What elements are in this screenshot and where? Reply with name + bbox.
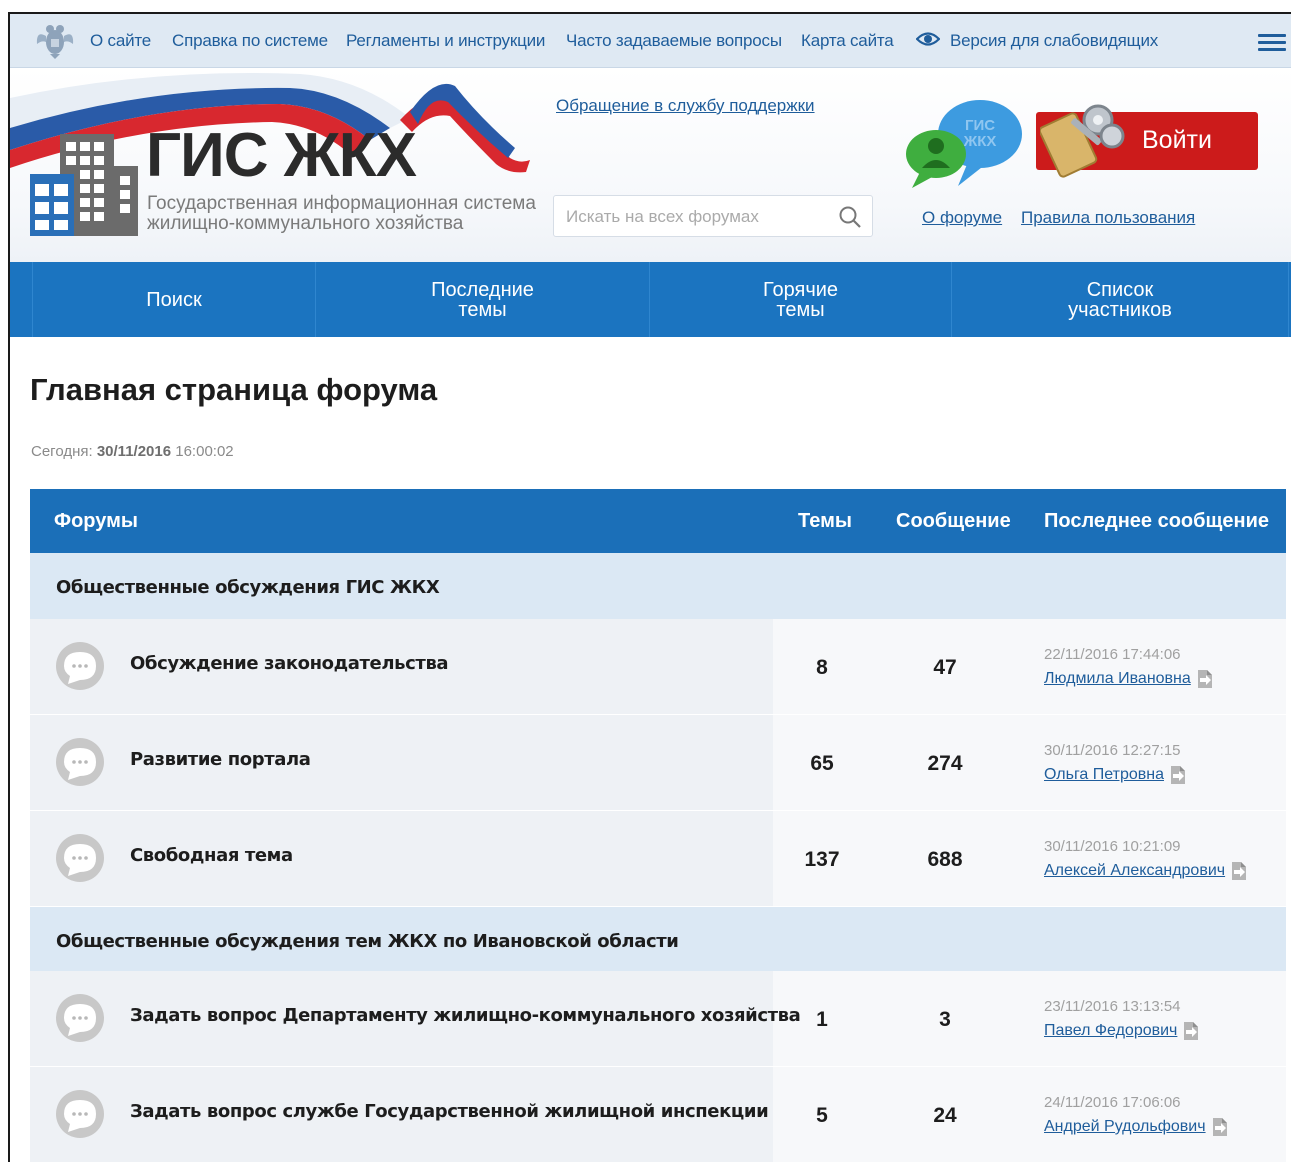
topics-count: 1 xyxy=(816,1008,828,1031)
messages-count: 3 xyxy=(939,1008,951,1031)
col-topics: Темы xyxy=(798,510,852,532)
forum-speech-bubble-icon xyxy=(56,642,104,690)
nav-members-list[interactable]: Список участников xyxy=(952,262,1289,337)
toplink-sitemap[interactable]: Карта сайта xyxy=(801,31,894,51)
forum-search-input[interactable] xyxy=(566,205,826,229)
toplink-regulations[interactable]: Регламенты и инструкции xyxy=(346,31,545,51)
hamburger-menu-icon[interactable] xyxy=(1258,34,1286,54)
support-request-link[interactable]: Обращение в службу поддержки xyxy=(556,96,815,116)
about-forum-link[interactable]: О форуме xyxy=(922,208,1002,228)
search-icon[interactable] xyxy=(838,205,862,229)
forum-speech-bubble-icon xyxy=(56,1090,104,1138)
category-title[interactable]: Общественные обсуждения тем ЖКХ по Ивано… xyxy=(56,931,679,952)
nav-search[interactable]: Поиск xyxy=(32,262,316,337)
nav-hot-topics[interactable]: Горячие темы xyxy=(650,262,952,337)
last-message-author-link[interactable]: Ольга Петровна xyxy=(1044,766,1164,784)
forum-title-link[interactable]: Обсуждение законодательства xyxy=(130,653,449,674)
messages-count: 24 xyxy=(933,1104,957,1127)
last-message-date: 30/11/2016 10:21:09 xyxy=(1044,838,1181,855)
category-row: Общественные обсуждения ГИС ЖКХ xyxy=(30,553,1286,619)
brand-subtitle: Государственная информационная система ж… xyxy=(147,194,536,234)
forum-speech-bubble-icon xyxy=(56,738,104,786)
toplink-about[interactable]: О сайте xyxy=(90,31,151,51)
forum-row: Задать вопрос Департаменту жилищно-комму… xyxy=(30,971,1286,1067)
last-message-date: 24/11/2016 17:06:06 xyxy=(1044,1094,1181,1111)
forum-row: Развитие портала 65 274 30/11/2016 12:27… xyxy=(30,715,1286,811)
login-button[interactable]: Войти xyxy=(1036,112,1258,170)
go-to-post-icon[interactable] xyxy=(1195,668,1215,690)
page-title: Главная страница форума xyxy=(30,372,438,407)
forum-title-link[interactable]: Развитие портала xyxy=(130,749,311,770)
messages-count: 688 xyxy=(927,848,963,871)
brand-subtitle-line1: Государственная информационная система xyxy=(147,193,536,214)
topics-count: 5 xyxy=(816,1104,828,1127)
top-links-bar: О сайте Справка по системе Регламенты и … xyxy=(10,14,1291,68)
accessibility-version-link[interactable]: Версия для слабовидящих xyxy=(950,31,1158,51)
last-message-date: 23/11/2016 13:13:54 xyxy=(1044,998,1181,1015)
usage-rules-link[interactable]: Правила пользования xyxy=(1021,208,1195,228)
forum-nav-bar: Поиск Последние темы Горячие темы Список… xyxy=(10,262,1291,337)
forum-search-box[interactable] xyxy=(553,195,873,237)
bubble-text-line1: ГИС xyxy=(965,117,995,134)
last-message-author-link[interactable]: Андрей Рудольфович xyxy=(1044,1118,1206,1136)
login-button-label: Войти xyxy=(1142,126,1212,154)
category-row: Общественные обсуждения тем ЖКХ по Ивано… xyxy=(30,907,1286,971)
last-message-date: 22/11/2016 17:44:06 xyxy=(1044,646,1181,663)
site-header: ГИС ЖКХ Государственная информационная с… xyxy=(10,68,1291,262)
bubble-text-line2: ЖКХ xyxy=(963,133,997,150)
brand-title: ГИС ЖКХ xyxy=(146,121,417,190)
today-label: Сегодня: xyxy=(31,443,93,460)
forum-title-link[interactable]: Задать вопрос службе Государственной жил… xyxy=(130,1101,769,1122)
last-message-date: 30/11/2016 12:27:15 xyxy=(1044,742,1181,759)
building-logo-icon xyxy=(30,134,138,236)
messages-count: 274 xyxy=(927,752,963,775)
topics-count: 65 xyxy=(810,752,834,775)
last-message-author-link[interactable]: Алексей Александрович xyxy=(1044,862,1225,880)
forum-row: Задать вопрос службе Государственной жил… xyxy=(30,1067,1286,1162)
coat-of-arms-icon xyxy=(36,25,74,59)
forum-speech-bubble-icon xyxy=(56,834,104,882)
topics-count: 137 xyxy=(804,848,840,871)
forum-row: Свободная тема 137 688 30/11/2016 10:21:… xyxy=(30,811,1286,907)
forum-title-link[interactable]: Свободная тема xyxy=(130,845,293,866)
eye-icon[interactable] xyxy=(916,30,940,48)
forums-table: Форумы Темы Сообщение Последнее сообщени… xyxy=(30,489,1286,1162)
forum-row: Обсуждение законодательства 8 47 22/11/2… xyxy=(30,619,1286,715)
go-to-post-icon[interactable] xyxy=(1229,860,1249,882)
today-time: 16:00:02 xyxy=(175,443,234,460)
col-last-message: Последнее сообщение xyxy=(1044,510,1269,532)
page-frame: О сайте Справка по системе Регламенты и … xyxy=(8,12,1291,1162)
forum-title-link[interactable]: Задать вопрос Департаменту жилищно-комму… xyxy=(130,1005,801,1026)
go-to-post-icon[interactable] xyxy=(1168,764,1188,786)
last-message-author-link[interactable]: Людмила Ивановна xyxy=(1044,670,1191,688)
messages-count: 47 xyxy=(933,656,957,679)
forum-chat-bubbles-icon: ГИС ЖКХ xyxy=(906,100,1022,188)
today-date: 30/11/2016 xyxy=(96,443,172,460)
col-forums: Форумы xyxy=(54,510,138,532)
toplink-help[interactable]: Справка по системе xyxy=(172,31,328,51)
nav-latest-topics[interactable]: Последние темы xyxy=(316,262,650,337)
forum-speech-bubble-icon xyxy=(56,994,104,1042)
brand-subtitle-line2: жилищно-коммунального хозяйства xyxy=(147,213,464,234)
toplink-faq[interactable]: Часто задаваемые вопросы xyxy=(566,31,782,51)
category-title[interactable]: Общественные обсуждения ГИС ЖКХ xyxy=(56,577,440,598)
col-messages: Сообщение xyxy=(896,510,1011,532)
topics-count: 8 xyxy=(816,656,828,679)
go-to-post-icon[interactable] xyxy=(1181,1020,1201,1042)
go-to-post-icon[interactable] xyxy=(1210,1116,1230,1138)
today-timestamp: Сегодня: 30/11/2016 16:00:02 xyxy=(31,443,234,460)
last-message-author-link[interactable]: Павел Федорович xyxy=(1044,1022,1177,1040)
forums-table-header: Форумы Темы Сообщение Последнее сообщени… xyxy=(30,489,1286,553)
